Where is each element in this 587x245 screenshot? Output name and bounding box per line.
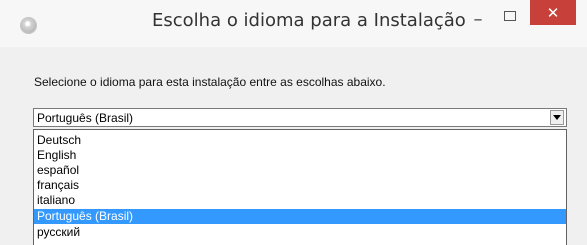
maximize-button[interactable] xyxy=(497,3,523,29)
language-listbox[interactable]: Deutsch English español français italian… xyxy=(33,129,567,245)
instruction-text: Selecione o idioma para esta instalação … xyxy=(34,75,386,89)
language-option-deutsch[interactable]: Deutsch xyxy=(34,133,566,148)
minimize-button[interactable]: – xyxy=(466,6,490,32)
language-option-espanol[interactable]: español xyxy=(34,163,566,178)
disc-icon xyxy=(20,17,37,34)
language-dropdown-value: Português (Brasil) xyxy=(37,111,134,125)
language-option-italiano[interactable]: italiano xyxy=(34,193,566,208)
language-option-russian[interactable]: русский xyxy=(34,225,566,240)
title-bar[interactable]: Escolha o idioma para a Instalação – ✕ xyxy=(0,0,587,47)
language-option-english[interactable]: English xyxy=(34,148,566,163)
window-title: Escolha o idioma para a Instalação xyxy=(152,10,466,31)
chevron-down-icon[interactable] xyxy=(550,110,564,125)
installer-window: Escolha o idioma para a Instalação – ✕ S… xyxy=(0,0,587,245)
maximize-icon xyxy=(504,11,516,21)
close-button[interactable]: ✕ xyxy=(530,0,576,25)
language-option-portugues-brasil[interactable]: Português (Brasil) xyxy=(34,209,566,224)
language-option-francais[interactable]: français xyxy=(34,178,566,193)
language-dropdown[interactable]: Português (Brasil) xyxy=(33,108,567,127)
minimize-icon: – xyxy=(473,8,483,30)
close-icon: ✕ xyxy=(546,3,560,22)
